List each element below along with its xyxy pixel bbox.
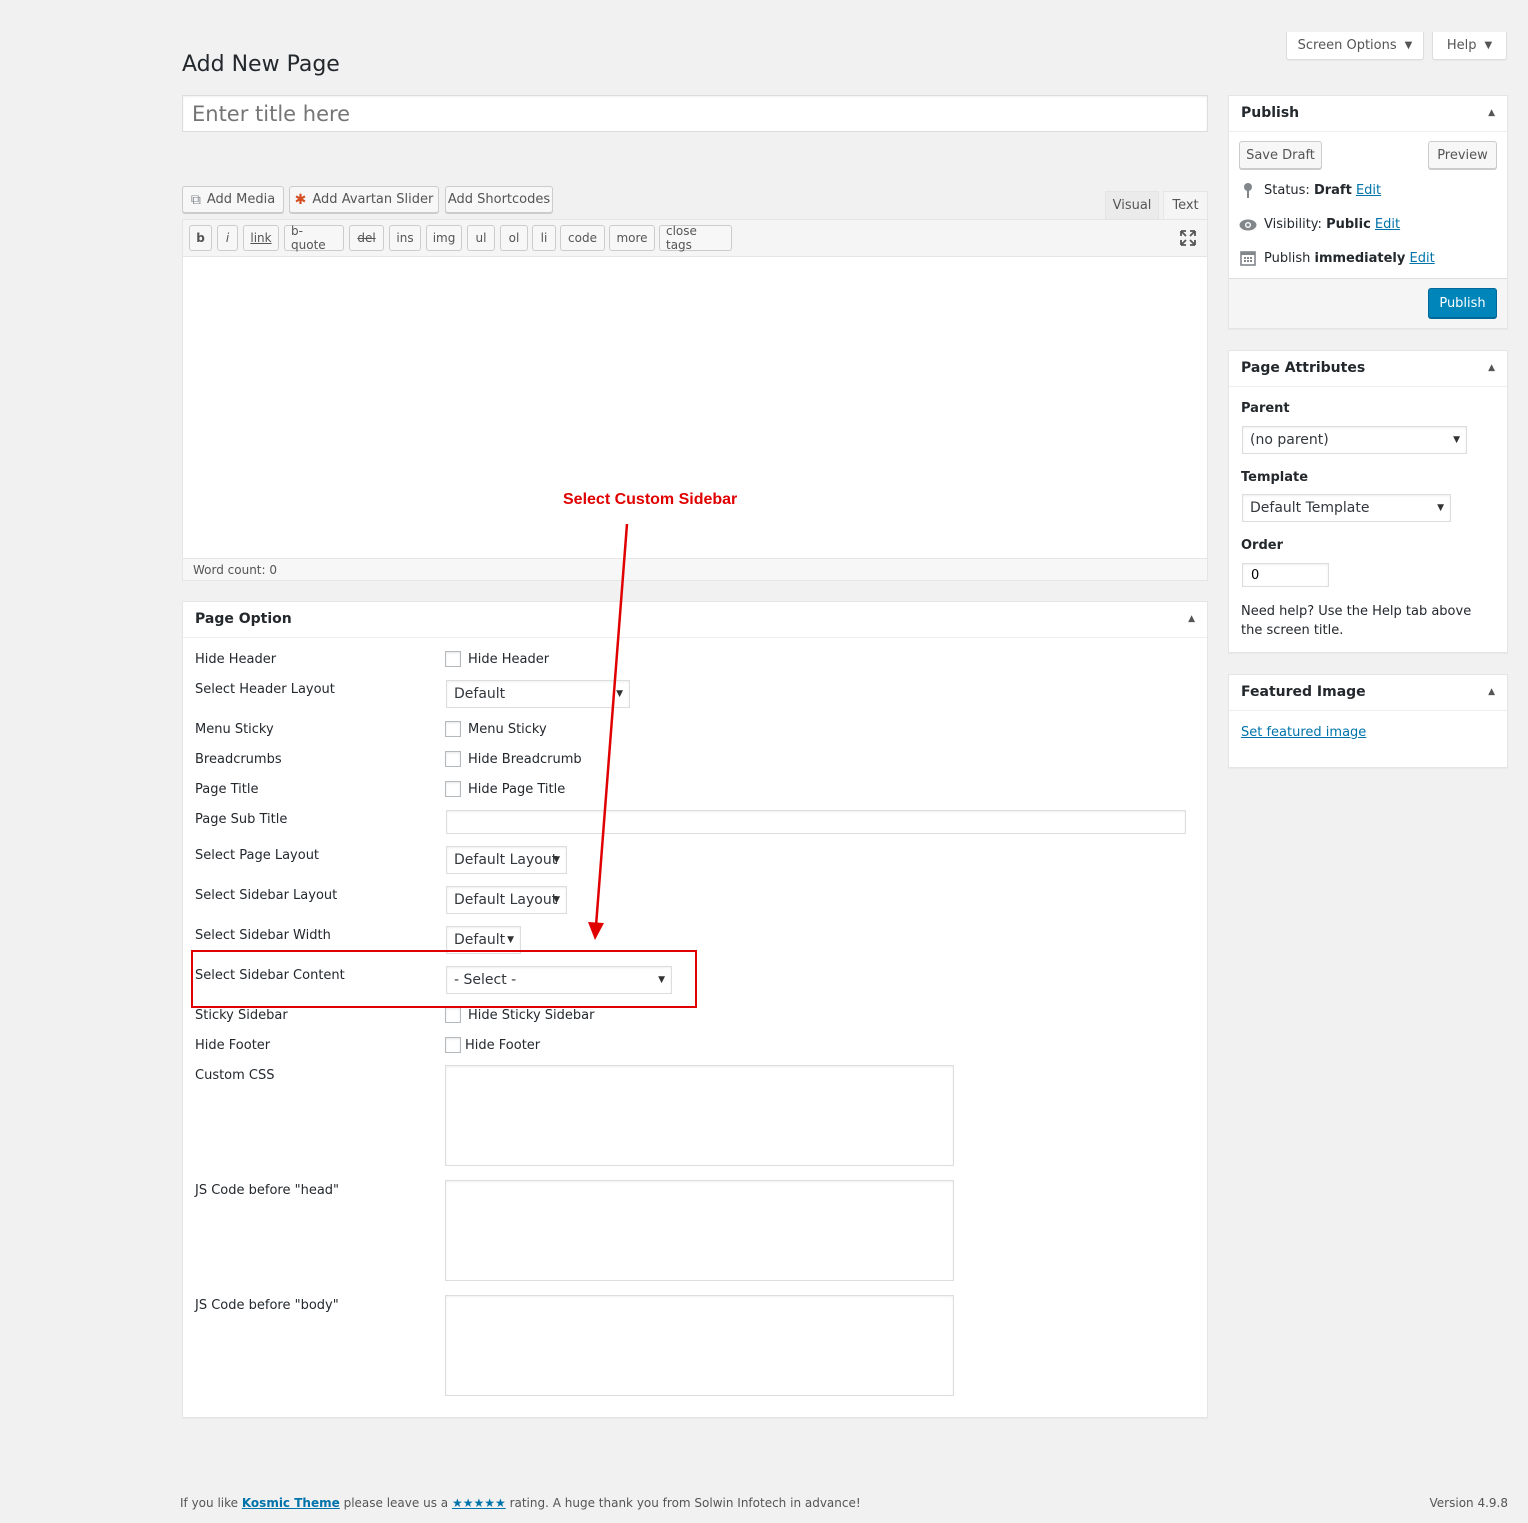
set-featured-image-link[interactable]: Set featured image	[1241, 725, 1366, 740]
publish-box-title-text: Publish	[1241, 105, 1300, 121]
footer-prefix: If you like	[180, 1496, 239, 1510]
collapse-arrow-icon[interactable]: ▲	[1488, 687, 1495, 697]
preview-label: Preview	[1437, 147, 1488, 163]
publish-time-value: immediately	[1314, 251, 1406, 266]
parent-label: Parent	[1241, 401, 1290, 416]
template-label: Template	[1241, 470, 1309, 485]
visibility-label: Visibility:	[1264, 217, 1322, 232]
visibility-row: Visibility: Public Edit	[1264, 217, 1400, 232]
order-input[interactable]	[1242, 563, 1329, 587]
featured-image-box: Featured Image ▲	[1228, 674, 1508, 768]
visibility-edit-link[interactable]: Edit	[1375, 217, 1400, 232]
status-edit-link[interactable]: Edit	[1356, 183, 1381, 198]
template-value: Default Template	[1250, 500, 1370, 516]
featured-image-title: Featured Image	[1229, 675, 1507, 711]
publish-box-title: Publish	[1229, 96, 1507, 132]
footer-text: If you like Kosmic Theme please leave us…	[180, 1496, 861, 1510]
page-attributes-title: Page Attributes	[1229, 351, 1507, 387]
publish-button-label: Publish	[1439, 295, 1486, 311]
page-attributes-help: Need help? Use the Help tab above the sc…	[1241, 604, 1472, 638]
parent-value: (no parent)	[1250, 432, 1329, 448]
dropdown-arrow-icon: ▼	[1437, 503, 1444, 513]
featured-image-title-text: Featured Image	[1241, 684, 1366, 700]
collapse-arrow-icon[interactable]: ▲	[1488, 363, 1495, 373]
status-row: Status: Draft Edit	[1264, 183, 1381, 198]
parent-select[interactable]: (no parent) ▼	[1242, 426, 1467, 454]
page-attributes-title-text: Page Attributes	[1241, 360, 1366, 376]
rating-stars-link[interactable]: ★★★★★	[452, 1496, 506, 1510]
visibility-value: Public	[1326, 217, 1371, 232]
status-value: Draft	[1313, 183, 1352, 198]
kosmic-theme-link[interactable]: Kosmic Theme	[242, 1496, 340, 1510]
pin-icon	[1244, 183, 1252, 198]
eye-icon	[1239, 219, 1257, 231]
footer-middle: please leave us a	[343, 1496, 449, 1510]
publish-time-row: Publish immediately Edit	[1264, 251, 1435, 266]
publish-time-label: Publish	[1264, 251, 1311, 266]
footer-suffix: rating. A huge thank you from Solwin Inf…	[509, 1496, 861, 1510]
status-label: Status:	[1264, 183, 1310, 198]
version-text: Version 4.9.8	[1429, 1496, 1508, 1510]
preview-button[interactable]: Preview	[1428, 141, 1497, 169]
save-draft-label: Save Draft	[1246, 147, 1315, 163]
order-label: Order	[1241, 538, 1283, 553]
dropdown-arrow-icon: ▼	[1453, 435, 1460, 445]
template-select[interactable]: Default Template ▼	[1242, 494, 1451, 522]
save-draft-button[interactable]: Save Draft	[1239, 141, 1322, 169]
publish-time-edit-link[interactable]: Edit	[1410, 251, 1435, 266]
calendar-icon	[1240, 251, 1256, 266]
collapse-arrow-icon[interactable]: ▲	[1488, 108, 1495, 118]
annotation-highlight-box	[191, 950, 697, 1008]
publish-button[interactable]: Publish	[1428, 288, 1497, 318]
